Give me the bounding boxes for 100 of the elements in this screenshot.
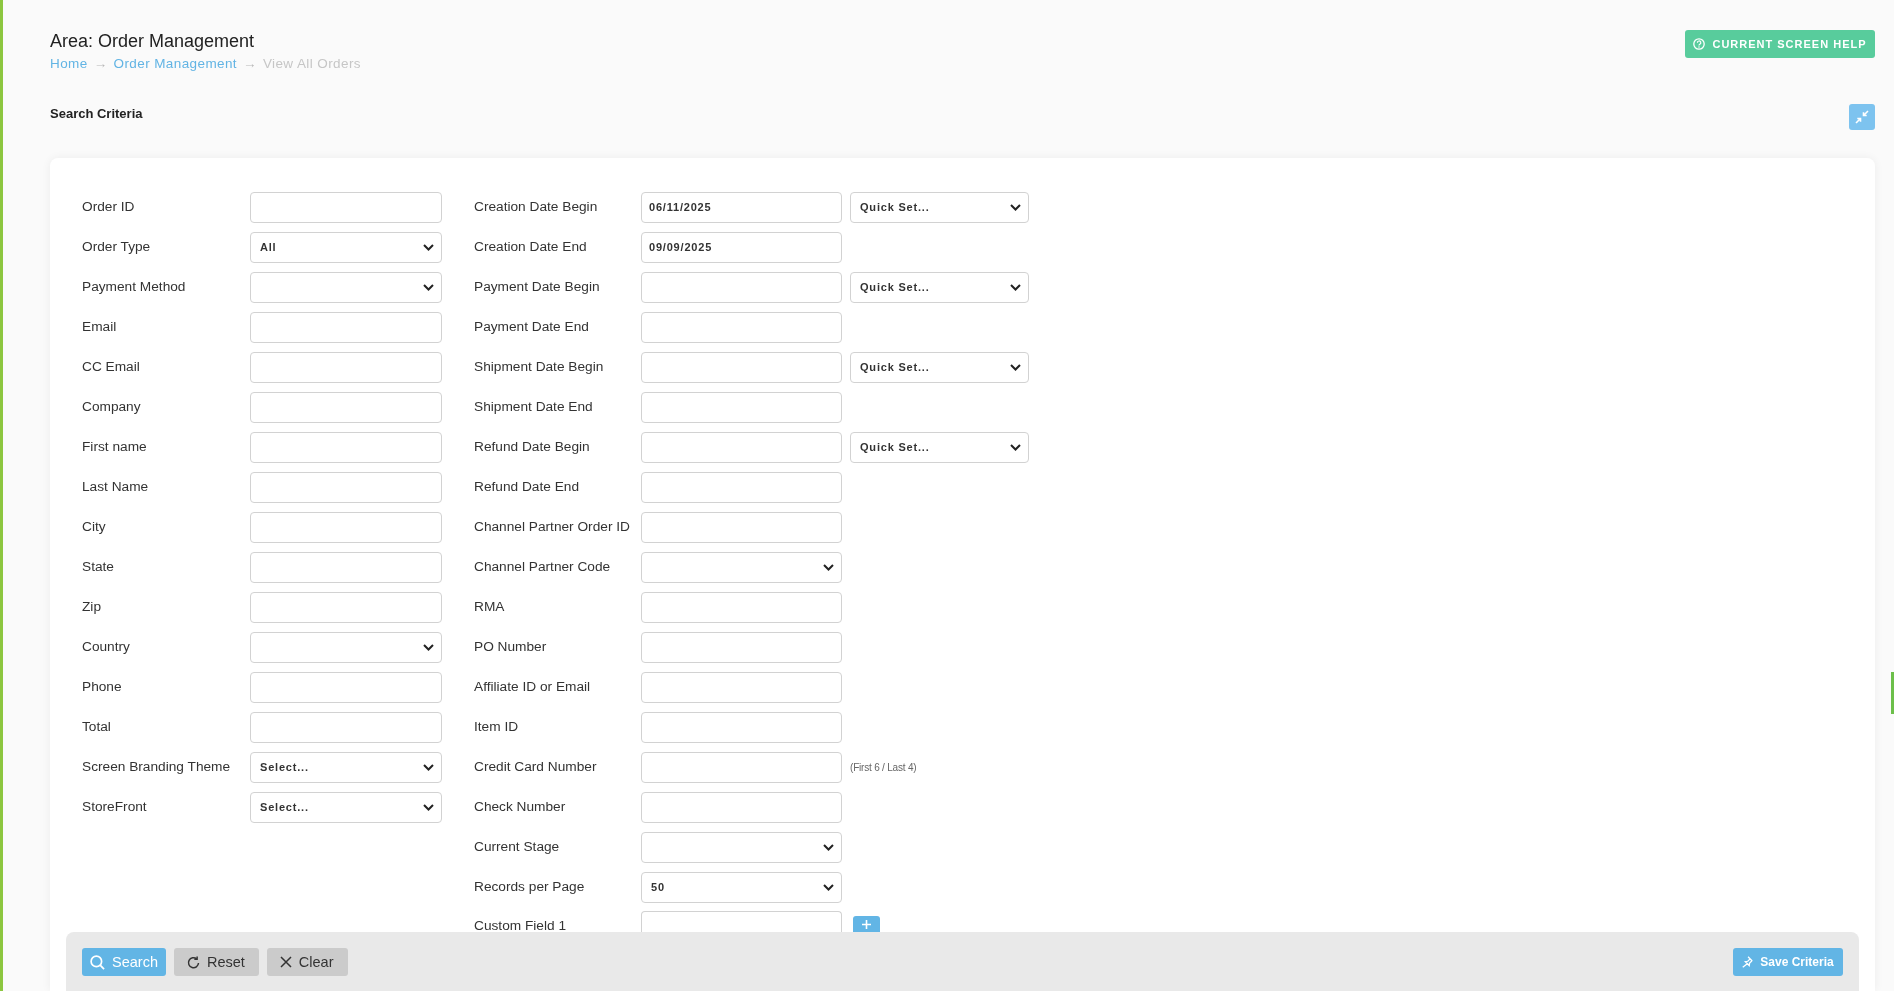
input-field[interactable] [641, 271, 842, 303]
reset-button[interactable]: Reset [173, 948, 259, 976]
chevron-down-icon [823, 883, 834, 891]
field-label: Creation Date Begin [474, 200, 599, 214]
dropdown-field[interactable]: All [250, 231, 442, 263]
field-label: City [82, 520, 107, 534]
input-field[interactable] [250, 671, 442, 703]
field-label: Credit Card Number [474, 760, 598, 774]
field-label: Country [82, 640, 131, 654]
dropdown-field[interactable] [250, 271, 442, 303]
dropdown-field[interactable]: 50 [641, 871, 842, 903]
input-field[interactable] [641, 751, 842, 783]
chevron-down-icon [823, 843, 834, 851]
field-label: Email [82, 320, 118, 334]
field-label: Shipment Date End [474, 400, 594, 414]
input-field[interactable] [641, 391, 842, 423]
input-field[interactable] [641, 471, 842, 503]
edge-tab[interactable] [1891, 672, 1894, 714]
input-field[interactable] [641, 671, 842, 703]
arrows-inward-icon [1855, 110, 1869, 124]
field-label: StoreFront [82, 800, 148, 814]
field-label: Custom Field 1 [474, 920, 568, 932]
quick-set-dropdown[interactable]: Quick Set... [850, 351, 1029, 383]
field-label: Refund Date End [474, 480, 580, 494]
input-field[interactable] [250, 711, 442, 743]
input-field[interactable] [250, 471, 442, 503]
input-field[interactable] [250, 431, 442, 463]
input-field[interactable]: 06/11/2025 [641, 191, 842, 223]
question-circle-icon [1693, 38, 1706, 50]
field-label: Channel Partner Order ID [474, 520, 631, 534]
page-title: Area: Order Management [50, 30, 256, 52]
input-field[interactable]: 09/09/2025 [641, 231, 842, 263]
field-label: Zip [82, 600, 102, 614]
field-label: Refund Date Begin [474, 440, 591, 454]
input-field[interactable] [250, 591, 442, 623]
circular-arrow-icon [186, 955, 200, 969]
field-label: CC Email [82, 360, 141, 374]
field-label: Creation Date End [474, 240, 588, 254]
clear-button[interactable]: Clear [266, 948, 348, 976]
chevron-down-icon [1010, 443, 1021, 451]
field-label: Payment Date End [474, 320, 590, 334]
dropdown-field[interactable]: Select... [250, 751, 442, 783]
field-label: Shipment Date Begin [474, 360, 605, 374]
field-label: Company [82, 400, 142, 414]
dropdown-field[interactable] [250, 631, 442, 663]
chevron-down-icon [823, 563, 834, 571]
field-label: Payment Method [82, 280, 187, 294]
input-field[interactable] [250, 391, 442, 423]
field-hint: (First 6 / Last 4) [850, 761, 917, 773]
field-label: Total [82, 720, 112, 734]
input-field[interactable] [250, 511, 442, 543]
field-label: Current Stage [474, 840, 561, 854]
dropdown-field[interactable] [641, 551, 842, 583]
breadcrumb-separator: → [243, 55, 257, 73]
input-field[interactable] [641, 631, 842, 663]
field-label: Order Type [82, 240, 152, 254]
field-label: RMA [474, 600, 506, 614]
field-label: First name [82, 440, 148, 454]
field-label: State [82, 560, 115, 574]
pushpin-icon [1742, 956, 1754, 968]
field-label: Item ID [474, 720, 520, 734]
input-field[interactable] [641, 791, 842, 823]
input-field[interactable] [641, 511, 842, 543]
add-field-button[interactable] [853, 916, 880, 932]
chevron-down-icon [423, 763, 434, 771]
chevron-down-icon [1010, 203, 1021, 211]
input-field[interactable] [641, 591, 842, 623]
input-field[interactable] [641, 911, 842, 932]
input-field[interactable] [641, 351, 842, 383]
collapse-button[interactable] [1849, 104, 1875, 130]
input-field[interactable] [641, 311, 842, 343]
field-label: Payment Date Begin [474, 280, 601, 294]
input-field[interactable] [250, 551, 442, 583]
field-label: Channel Partner Code [474, 560, 612, 574]
breadcrumb-separator: → [93, 55, 108, 73]
field-label: PO Number [474, 640, 548, 654]
chevron-down-icon [1010, 283, 1021, 291]
chevron-down-icon [1010, 363, 1021, 371]
x-icon [279, 956, 292, 968]
section-title: Search Criteria [50, 106, 144, 122]
input-field[interactable] [250, 351, 442, 383]
field-label: Screen Branding Theme [82, 760, 232, 774]
field-label: Affiliate ID or Email [474, 680, 592, 694]
input-field[interactable] [250, 191, 442, 223]
dropdown-field[interactable]: Select... [250, 791, 442, 823]
field-label: Records per Page [474, 880, 586, 894]
field-label: Check Number [474, 800, 567, 814]
chevron-down-icon [423, 643, 434, 651]
plus-icon [862, 919, 871, 929]
quick-set-dropdown[interactable]: Quick Set... [850, 271, 1029, 303]
quick-set-dropdown[interactable]: Quick Set... [850, 431, 1029, 463]
field-label: Last Name [82, 480, 150, 494]
chevron-down-icon [423, 283, 434, 291]
quick-set-dropdown[interactable]: Quick Set... [850, 191, 1029, 223]
dropdown-field[interactable] [641, 831, 842, 863]
input-field[interactable] [250, 311, 442, 343]
field-label: Order ID [82, 200, 136, 214]
input-field[interactable] [641, 711, 842, 743]
input-field[interactable] [641, 431, 842, 463]
field-label: Phone [82, 680, 123, 694]
